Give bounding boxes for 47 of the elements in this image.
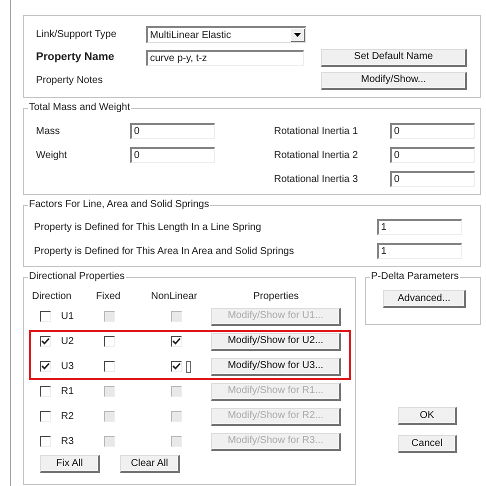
checkbox[interactable] [171, 361, 182, 372]
group-title: Total Mass and Weight [28, 102, 131, 114]
direction-label: R2 [61, 410, 74, 424]
direction-label: R3 [61, 435, 74, 449]
field-label: Property is Defined for This Length In a Line Spring [34, 220, 262, 234]
group-title: Factors For Line, Area and Solid Springs [28, 199, 210, 211]
name-field[interactable]: curve p-y, t-z [146, 50, 304, 66]
direction-label: U3 [61, 360, 74, 374]
field-label: Weight [36, 148, 68, 162]
push-button[interactable]: Fix All [40, 455, 100, 473]
column-header: NonLinear [151, 290, 198, 304]
field-label: Rotational Inertia 3 [274, 172, 359, 186]
input-field[interactable]: 1 [377, 219, 462, 235]
field-label: Property is Defined for This Area In Area and Solid Springs [34, 244, 295, 258]
push-button[interactable]: Set Default Name [321, 48, 467, 66]
ok-button[interactable]: OK [398, 407, 457, 425]
checkbox[interactable] [171, 336, 182, 347]
column-header: Properties [252, 290, 300, 304]
checkbox[interactable] [40, 361, 51, 372]
checkbox[interactable] [40, 336, 51, 347]
dropdown[interactable]: MultiLinear Elastic [146, 26, 306, 43]
field-label: Property Name [36, 50, 116, 66]
direction-label: R1 [61, 385, 74, 399]
input-field[interactable]: 0 [390, 123, 475, 139]
modify-show-button[interactable]: Modify/Show for U3... [211, 358, 341, 376]
group-title: Directional Properties [28, 271, 126, 283]
column-header: Direction [32, 290, 72, 304]
field-label: Rotational Inertia 2 [274, 148, 359, 162]
field-label: Link/Support Type [36, 28, 118, 42]
input-field[interactable]: 1 [377, 243, 462, 259]
checkbox[interactable] [104, 336, 115, 347]
input-field[interactable]: 0 [390, 171, 475, 187]
input-field[interactable]: 0 [390, 147, 475, 163]
direction-label: U1 [61, 310, 74, 324]
cancel-button[interactable]: Cancel [398, 435, 457, 453]
field-label: Property Notes [36, 74, 104, 88]
modify-show-button[interactable]: Modify/Show for U2... [211, 332, 341, 350]
column-header: Fixed [96, 290, 122, 304]
input-field[interactable]: 0 [130, 147, 215, 163]
push-button[interactable]: Modify/Show... [321, 72, 467, 90]
checkbox[interactable] [104, 361, 115, 372]
push-button[interactable]: Advanced... [383, 290, 466, 308]
direction-label: U2 [61, 335, 74, 349]
field-label: Rotational Inertia 1 [274, 124, 359, 138]
push-button[interactable]: Clear All [120, 455, 180, 473]
input-field[interactable]: 0 [130, 123, 215, 139]
field-label: Mass [36, 124, 61, 138]
